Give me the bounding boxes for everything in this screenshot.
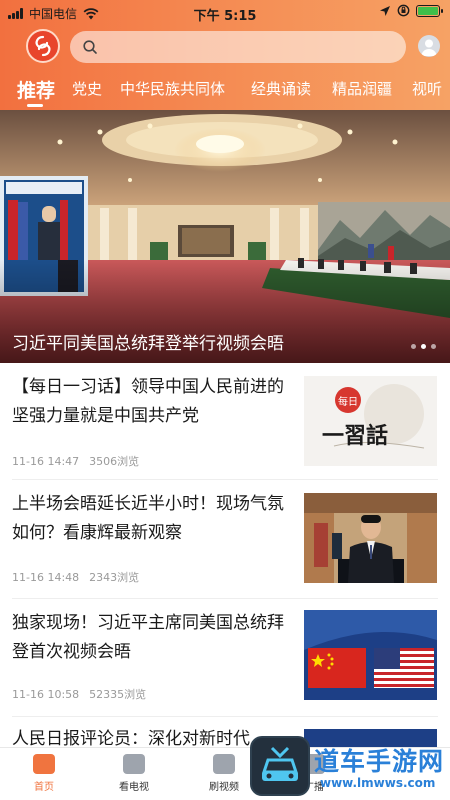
hero-banner[interactable]: 习近平同美国总统拜登举行视频会晤 [0,110,450,363]
watermark-car-icon [250,736,310,796]
hero-caption: 习近平同美国总统拜登举行视频会晤 [12,334,284,354]
nav-home-label: 首页 [34,782,54,793]
tv-icon [123,754,145,774]
watermark-text: 道车手游网 [314,747,445,776]
status-bar: 中国电信 下午 5:15 [0,0,450,26]
nav-video-label: 刷视频 [209,782,239,793]
tab-recommend[interactable]: 推荐 [17,76,55,103]
carousel-dot [411,344,416,349]
news-item[interactable]: 上半场会晤延长近半小时！现场气氛如何？看康辉最新观察 11-16 14:48 23… [0,480,450,598]
news-date: 11-16 14:48 [12,571,80,584]
site-watermark: 道车手游网 www.lmwws.com [250,736,450,800]
news-item[interactable]: 【每日一习话】领导中国人民前进的坚强力量就是中国共产党 11-16 14:47 3… [0,363,450,479]
news-title: 独家现场！习近平主席同美国总统拜登首次视频会晤 [12,613,284,662]
nav-home[interactable]: 首页 [14,754,74,793]
search-icon [83,40,97,54]
news-meta: 11-16 14:48 2343浏览 [12,569,139,585]
user-avatar-icon[interactable] [418,35,440,57]
app-screen: 中国电信 下午 5:15 推荐 党史 中华民族共同体 经典诵读 精品润疆 视听 … [0,0,450,800]
home-icon [33,754,55,774]
header: 中国电信 下午 5:15 推荐 党史 中华民族共同体 经典诵读 精品润疆 视听 [0,0,450,110]
search-bar[interactable] [70,31,406,63]
news-title: 上半场会晤延长近半小时！现场气氛如何？看康辉最新观察 [12,494,284,543]
search-row [0,29,450,65]
nav-tv[interactable]: 看电视 [104,754,164,793]
carousel-dot-active [421,344,426,349]
battery-icon [416,4,443,17]
news-thumbnail: 每日 一習話 [304,376,437,466]
category-tabs: 推荐 党史 中华民族共同体 经典诵读 精品润疆 视听 [0,70,450,110]
logo-swirl-icon [35,35,51,57]
tab-party-history[interactable]: 党史 [72,78,102,99]
news-item[interactable]: 独家现场！习近平主席同美国总统拜登首次视频会晤 11-16 10:58 52335… [0,599,450,716]
news-thumbnail [304,610,437,700]
search-input[interactable] [106,31,396,63]
tab-audiovisual[interactable]: 视听 [412,78,442,99]
news-date: 11-16 10:58 [12,688,80,701]
thumb-text-big: 一習話 [322,423,389,449]
news-title: 【每日一习话】领导中国人民前进的坚强力量就是中国共产党 [12,377,284,426]
location-arrow-icon [380,5,390,16]
tab-nation-community[interactable]: 中华民族共同体 [120,78,225,99]
news-views: 52335浏览 [89,688,147,701]
app-logo[interactable] [26,29,60,63]
video-camera-icon [213,754,235,774]
watermark-url: www.lmwws.com [320,776,436,790]
active-tab-indicator [27,104,43,107]
news-thumbnail [304,493,437,583]
news-views: 2343浏览 [89,571,140,584]
news-meta: 11-16 10:58 52335浏览 [12,686,146,702]
news-date: 11-16 14:47 [12,455,80,468]
rotation-lock-icon [397,4,410,17]
tab-quality-content[interactable]: 精品润疆 [332,78,392,99]
tab-classic-reading[interactable]: 经典诵读 [251,78,311,99]
thumb-text-small: 每日 [338,397,358,408]
news-meta: 11-16 14:47 3506浏览 [12,453,139,469]
hero-image [0,110,450,363]
news-views: 3506浏览 [89,455,140,468]
nav-video[interactable]: 刷视频 [194,754,254,793]
carousel-dot [431,344,436,349]
carousel-dots [411,344,436,349]
nav-tv-label: 看电视 [119,782,149,793]
